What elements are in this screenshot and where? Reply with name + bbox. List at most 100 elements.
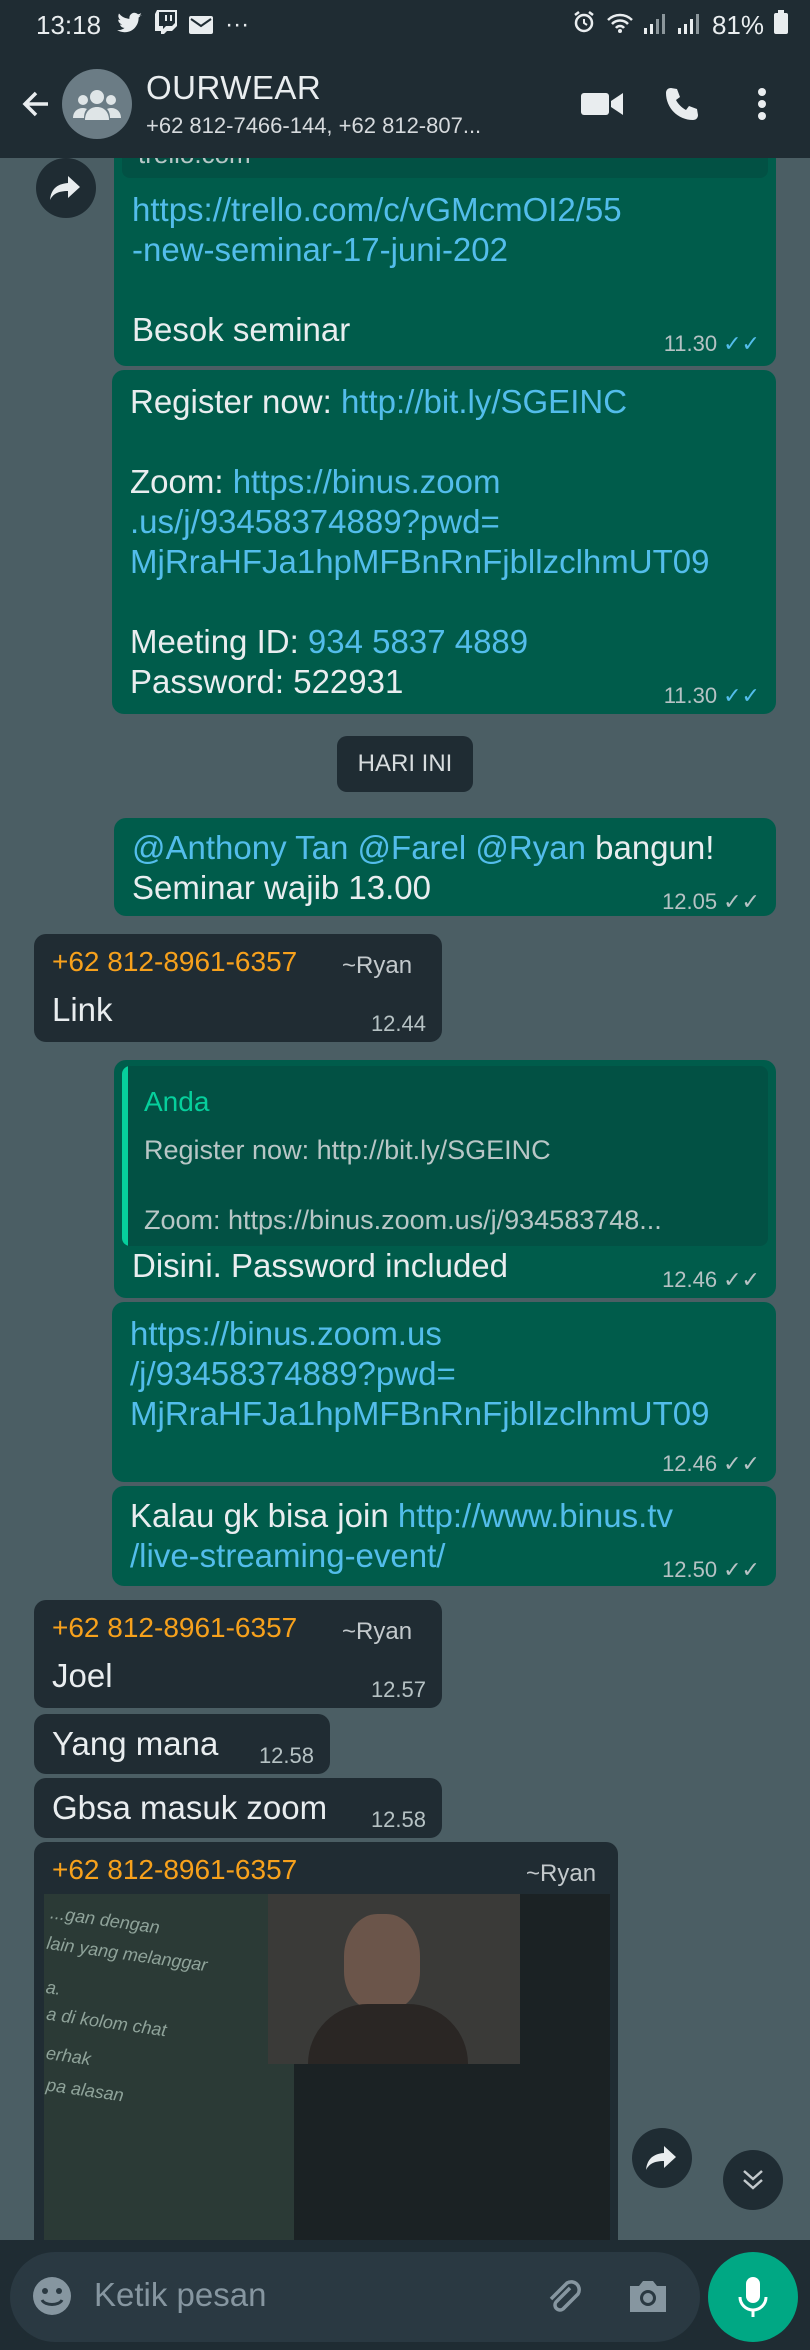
message-bubble-outgoing[interactable]: trello.com https://trello.com/c/vGMcmOI2…: [114, 158, 776, 366]
message-bubble-incoming[interactable]: Yang mana 12.58: [34, 1714, 330, 1774]
zoom-label: Zoom:: [130, 463, 233, 500]
battery-icon: [774, 9, 788, 41]
back-button[interactable]: [12, 86, 60, 122]
message-bubble-outgoing[interactable]: Kalau gk bisa join http://www.binus.tv /…: [112, 1486, 776, 1586]
message-bubble-incoming[interactable]: +62 812-8961-6357 ~Ryan Joel 12.57: [34, 1600, 442, 1708]
message-link-continued[interactable]: MjRraHFJa1hpMFBnRnFjbllzclhmUT09: [130, 1394, 709, 1434]
forward-button[interactable]: [36, 158, 96, 218]
message-time: 12.46: [662, 1267, 718, 1292]
delivered-receipt-icon: ✓✓: [723, 1267, 760, 1292]
message-text: Kalau gk bisa join: [130, 1497, 398, 1534]
read-receipt-icon: ✓✓: [723, 683, 760, 708]
quoted-message[interactable]: Anda Register now: http://bit.ly/SGEINC …: [122, 1066, 768, 1246]
link-preview[interactable]: trello.com: [122, 158, 768, 178]
sender-alias: ~Ryan: [526, 1860, 597, 1887]
message-input-placeholder[interactable]: Ketik pesan: [94, 2276, 266, 2314]
message-time: 11.30: [663, 331, 718, 356]
microphone-icon: [738, 2277, 768, 2317]
message-time: 12.44: [370, 1011, 426, 1036]
message-meta: 12.46 ✓✓: [662, 1444, 760, 1484]
message-link-continued[interactable]: /live-streaming-event/: [130, 1536, 445, 1576]
message-bubble-outgoing[interactable]: Register now: http://bit.ly/SGEINC Zoom:…: [112, 370, 776, 714]
message-time: 12.57: [370, 1677, 426, 1702]
quote-bar: [122, 1066, 128, 1246]
mention[interactable]: @Farel: [358, 829, 467, 866]
message-bubble-outgoing[interactable]: Anda Register now: http://bit.ly/SGEINC …: [114, 1060, 776, 1298]
group-members: +62 812-7466-144, +62 812-807...: [146, 113, 482, 138]
alarm-icon: [572, 10, 596, 41]
chat-area[interactable]: trello.com https://trello.com/c/vGMcmOI2…: [0, 158, 810, 2240]
status-time: 13:18: [36, 9, 102, 40]
sender-alias: ~Ryan: [342, 952, 413, 979]
emoji-button[interactable]: [30, 2274, 74, 2323]
link-preview-domain: trello.com: [138, 158, 251, 174]
menu-button[interactable]: [730, 87, 794, 121]
attach-button[interactable]: [540, 2274, 584, 2323]
message-link-continued[interactable]: /j/93458374889?pwd=: [130, 1354, 456, 1394]
phone-icon: [666, 88, 698, 120]
camera-button[interactable]: [626, 2274, 670, 2323]
message-line: Register now: http://bit.ly/SGEINC: [130, 382, 627, 422]
photo-attachment[interactable]: ...gan dengan lain yang melanggar a. a d…: [44, 1894, 610, 2240]
delivered-receipt-icon: ✓✓: [723, 889, 760, 914]
chat-title-area[interactable]: OURWEAR +62 812-7466-144, +62 812-807...: [146, 69, 570, 139]
message-time: 12.50: [662, 1557, 718, 1582]
group-avatar[interactable]: [62, 69, 132, 139]
message-link[interactable]: https://binus.zoom.us: [130, 1314, 442, 1354]
message-link-continued[interactable]: -new-seminar-17-juni-202: [132, 230, 508, 270]
sender-phone[interactable]: +62 812-8961-6357: [52, 1850, 297, 1890]
scroll-to-bottom-button[interactable]: [723, 2150, 783, 2210]
message-meta: 11.30 ✓✓: [664, 676, 760, 716]
message-meta: 11.30 ✓✓: [664, 324, 760, 364]
forward-button[interactable]: [632, 2128, 692, 2188]
message-meta: 12.44: [371, 1004, 426, 1044]
message-bubble-outgoing[interactable]: https://binus.zoom.us /j/93458374889?pwd…: [112, 1302, 776, 1482]
message-time: 12.58: [258, 1743, 314, 1768]
message-meta: 12.57: [371, 1670, 426, 1710]
status-bar: 13:18 ··· 81%: [0, 0, 810, 50]
video-camera-icon: [581, 93, 623, 115]
mail-icon: [189, 10, 214, 41]
message-input[interactable]: Ketik pesan: [10, 2252, 700, 2342]
message-bubble-outgoing[interactable]: @Anthony Tan @Farel @Ryan bangun! Semina…: [114, 818, 776, 916]
voice-call-button[interactable]: [650, 86, 714, 122]
meeting-id-link[interactable]: 934 5837 4889: [308, 623, 528, 660]
twitch-icon: [155, 9, 178, 41]
message-link[interactable]: http://www.binus.tv: [398, 1497, 673, 1534]
paperclip-icon: [549, 2280, 581, 2312]
mention[interactable]: @Ryan: [475, 829, 586, 866]
image-message[interactable]: +62 812-8961-6357 ~Ryan ...gan dengan la…: [34, 1842, 618, 2240]
message-bubble-incoming[interactable]: Gbsa masuk zoom 12.58: [34, 1778, 442, 1838]
message-link[interactable]: http://bit.ly/SGEINC: [341, 383, 627, 420]
composer: Ketik pesan: [0, 2240, 810, 2350]
message-link[interactable]: https://binus.zoom: [233, 463, 501, 500]
more-vertical-icon: [758, 88, 766, 120]
signal-icon: [643, 10, 668, 41]
meeting-id-label: Meeting ID:: [130, 623, 308, 660]
message-meta: 12.46 ✓✓: [662, 1260, 760, 1300]
date-divider: HARI INI: [337, 736, 473, 792]
voice-record-button[interactable]: [708, 2252, 798, 2342]
message-link-continued[interactable]: MjRraHFJa1hpMFBnRnFjbllzclhmUT09: [130, 542, 709, 582]
quote-text: Zoom: https://binus.zoom.us/j/934583748.…: [144, 1205, 662, 1235]
message-text: Seminar wajib 13.00: [132, 869, 431, 906]
share-arrow-icon: [646, 2146, 676, 2170]
group-icon: [73, 90, 121, 120]
sender-phone[interactable]: +62 812-8961-6357: [52, 942, 297, 982]
delivered-receipt-icon: ✓✓: [723, 1451, 760, 1476]
message-line: Kalau gk bisa join http://www.binus.tv: [130, 1496, 673, 1536]
mention[interactable]: @Anthony Tan: [132, 829, 348, 866]
more-notifications-icon: ···: [225, 11, 250, 38]
group-name: OURWEAR: [146, 69, 322, 106]
register-label: Register now:: [130, 383, 341, 420]
sender-phone[interactable]: +62 812-8961-6357: [52, 1608, 297, 1648]
twitter-icon: [117, 10, 143, 41]
message-text: Yang mana: [52, 1725, 219, 1762]
message-line: Meeting ID: 934 5837 4889: [130, 622, 528, 662]
message-link[interactable]: https://trello.com/c/vGMcmOI2/55: [132, 190, 622, 230]
message-link-continued[interactable]: .us/j/93458374889?pwd=: [130, 502, 500, 542]
video-call-button[interactable]: [570, 90, 634, 118]
message-bubble-incoming[interactable]: +62 812-8961-6357 ~Ryan Link 12.44: [34, 934, 442, 1042]
message-time: 12.46: [662, 1451, 718, 1476]
double-chevron-down-icon: [743, 2170, 763, 2190]
